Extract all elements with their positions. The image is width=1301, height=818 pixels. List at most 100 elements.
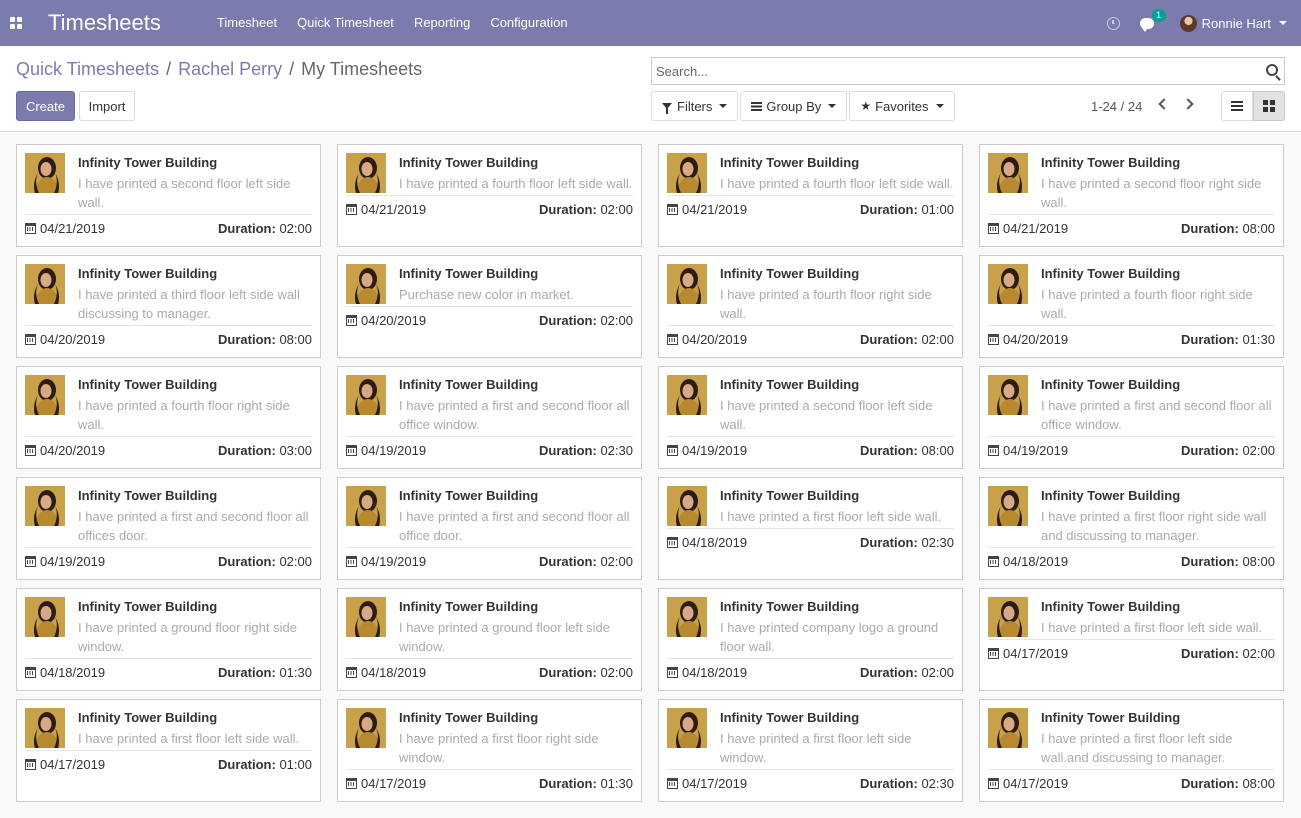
card-divider bbox=[346, 769, 633, 770]
duration-label: Duration: bbox=[860, 442, 918, 458]
duration-label: Duration: bbox=[1181, 775, 1239, 791]
user-avatar[interactable] bbox=[1179, 14, 1197, 32]
filter-bar: Filters Group By ★ Favorites bbox=[651, 91, 957, 121]
breadcrumb-rachel-perry[interactable]: Rachel Perry bbox=[178, 59, 282, 80]
timesheet-card[interactable]: Infinity Tower Building I have printed a … bbox=[658, 366, 963, 469]
card-duration: Duration: 08:00 bbox=[1181, 554, 1275, 569]
duration-label: Duration: bbox=[860, 534, 918, 550]
card-divider bbox=[667, 769, 954, 770]
card-description: I have printed a first floor left side w… bbox=[1041, 620, 1263, 635]
search-input[interactable] bbox=[652, 58, 1252, 84]
timesheet-card[interactable]: Infinity Tower Building I have printed a … bbox=[979, 699, 1284, 802]
card-footer: 04/19/2019 Duration: 02:30 bbox=[346, 442, 633, 458]
timesheet-card[interactable]: Infinity Tower Building I have printed a … bbox=[337, 588, 642, 691]
timesheet-card[interactable]: Infinity Tower Building I have printed a … bbox=[979, 255, 1284, 358]
card-date: 04/19/2019 bbox=[361, 442, 427, 458]
kanban-view-icon bbox=[1263, 100, 1275, 112]
card-date: 04/21/2019 bbox=[1003, 220, 1069, 236]
filters-button[interactable]: Filters bbox=[651, 91, 739, 121]
calendar-icon bbox=[988, 333, 999, 345]
calendar-icon bbox=[346, 444, 357, 456]
timesheet-card[interactable]: Infinity Tower Building I have printed a … bbox=[979, 588, 1284, 691]
timesheet-card[interactable]: Infinity Tower Building I have printed a … bbox=[337, 699, 642, 802]
card-date: 04/19/2019 bbox=[40, 553, 106, 569]
messaging-button[interactable]: 1 bbox=[1139, 8, 1166, 32]
card-footer: 04/17/2019 Duration: 02:00 bbox=[988, 645, 1275, 661]
favorites-button[interactable]: ★ Favorites bbox=[849, 91, 955, 121]
breadcrumb-quick-timesheets[interactable]: Quick Timesheets bbox=[16, 59, 159, 80]
timesheet-card[interactable]: Infinity Tower Building I have printed a … bbox=[658, 144, 963, 247]
timesheet-card[interactable]: Infinity Tower Building I have printed a … bbox=[658, 699, 963, 802]
duration-value: 02:00 bbox=[600, 553, 633, 569]
card-project-title: Infinity Tower Building bbox=[399, 377, 539, 392]
group-by-button[interactable]: Group By bbox=[740, 91, 848, 121]
timesheet-card[interactable]: Infinity Tower Building I have printed a … bbox=[16, 255, 321, 358]
card-description: I have printed a first and second floor … bbox=[1041, 398, 1272, 432]
card-project-title: Infinity Tower Building bbox=[78, 710, 218, 725]
timesheet-card[interactable]: Infinity Tower Building I have printed co… bbox=[658, 588, 963, 691]
duration-label: Duration: bbox=[539, 664, 597, 680]
duration-value: 02:00 bbox=[600, 201, 633, 217]
timesheet-card[interactable]: Infinity Tower Building I have printed a … bbox=[16, 366, 321, 469]
calendar-icon bbox=[667, 203, 678, 215]
timesheet-card[interactable]: Infinity Tower Building I have printed a … bbox=[979, 366, 1284, 469]
card-description: I have printed a fourth floor left side … bbox=[399, 176, 633, 191]
duration-value: 01:00 bbox=[921, 201, 954, 217]
kanban-view-button[interactable] bbox=[1253, 91, 1285, 121]
list-view-icon bbox=[1231, 101, 1243, 111]
list-view-button[interactable] bbox=[1221, 91, 1253, 121]
menu-timesheet[interactable]: Timesheet bbox=[207, 0, 287, 46]
timesheet-card[interactable]: Infinity Tower Building I have printed a … bbox=[979, 477, 1284, 580]
create-button[interactable]: Create bbox=[16, 91, 75, 121]
timesheet-card[interactable]: Infinity Tower Building I have printed a … bbox=[658, 255, 963, 358]
app-brand[interactable]: Timesheets bbox=[48, 10, 161, 36]
timesheet-card[interactable]: Infinity Tower Building I have printed a … bbox=[337, 144, 642, 247]
duration-value: 01:30 bbox=[600, 775, 633, 791]
timesheet-card[interactable]: Infinity Tower Building I have printed a … bbox=[16, 699, 321, 802]
card-divider bbox=[988, 769, 1275, 770]
timesheet-card[interactable]: Infinity Tower Building I have printed a … bbox=[337, 477, 642, 580]
breadcrumb-separator: / bbox=[166, 59, 172, 79]
card-date: 04/21/2019 bbox=[40, 220, 106, 236]
timesheet-card[interactable]: Infinity Tower Building I have printed a … bbox=[658, 477, 963, 580]
timesheet-card[interactable]: Infinity Tower Building I have printed a … bbox=[16, 144, 321, 247]
calendar-icon bbox=[25, 666, 36, 678]
timesheet-card[interactable]: Infinity Tower Building Purchase new colo… bbox=[337, 255, 642, 358]
timesheet-card[interactable]: Infinity Tower Building I have printed a … bbox=[16, 477, 321, 580]
apps-grid-icon[interactable] bbox=[0, 0, 32, 46]
card-project-title: Infinity Tower Building bbox=[399, 710, 539, 725]
card-footer: 04/19/2019 Duration: 02:00 bbox=[25, 553, 312, 569]
menu-quick-timesheet[interactable]: Quick Timesheet bbox=[287, 0, 404, 46]
card-project-title: Infinity Tower Building bbox=[78, 377, 218, 392]
timesheet-card[interactable]: Infinity Tower Building I have printed a … bbox=[337, 366, 642, 469]
card-footer: 04/20/2019 Duration: 02:00 bbox=[667, 331, 954, 347]
duration-label: Duration: bbox=[860, 201, 918, 217]
card-date: 04/18/2019 bbox=[682, 534, 748, 550]
import-button[interactable]: Import bbox=[79, 91, 135, 121]
clock-icon[interactable] bbox=[1106, 16, 1120, 30]
card-description: I have printed company logo a ground flo… bbox=[720, 620, 939, 654]
duration-label: Duration: bbox=[218, 442, 276, 458]
timesheet-card[interactable]: Infinity Tower Building I have printed a … bbox=[16, 588, 321, 691]
chevron-down-icon[interactable] bbox=[1279, 21, 1287, 25]
list-icon bbox=[751, 101, 763, 111]
card-duration: Duration: 02:30 bbox=[860, 776, 954, 791]
card-footer: 04/18/2019 Duration: 02:30 bbox=[667, 534, 954, 550]
menu-reporting[interactable]: Reporting bbox=[404, 0, 480, 46]
card-project-title: Infinity Tower Building bbox=[1041, 710, 1181, 725]
card-date: 04/18/2019 bbox=[40, 664, 106, 680]
card-divider bbox=[346, 195, 633, 196]
timesheet-card[interactable]: Infinity Tower Building I have printed a … bbox=[979, 144, 1284, 247]
duration-value: 01:30 bbox=[1242, 331, 1275, 347]
card-project-title: Infinity Tower Building bbox=[1041, 488, 1181, 503]
search-icon[interactable] bbox=[1266, 64, 1278, 76]
user-name[interactable]: Ronnie Hart bbox=[1202, 16, 1271, 31]
card-description: I have printed a first floor left side w… bbox=[720, 509, 942, 524]
menu-configuration[interactable]: Configuration bbox=[480, 0, 577, 46]
filter-icon bbox=[662, 103, 672, 114]
pager-value[interactable]: 1-24 / 24 bbox=[1091, 99, 1142, 114]
card-project-title: Infinity Tower Building bbox=[399, 599, 539, 614]
duration-label: Duration: bbox=[218, 756, 276, 772]
card-divider bbox=[346, 306, 633, 307]
duration-label: Duration: bbox=[1181, 442, 1239, 458]
